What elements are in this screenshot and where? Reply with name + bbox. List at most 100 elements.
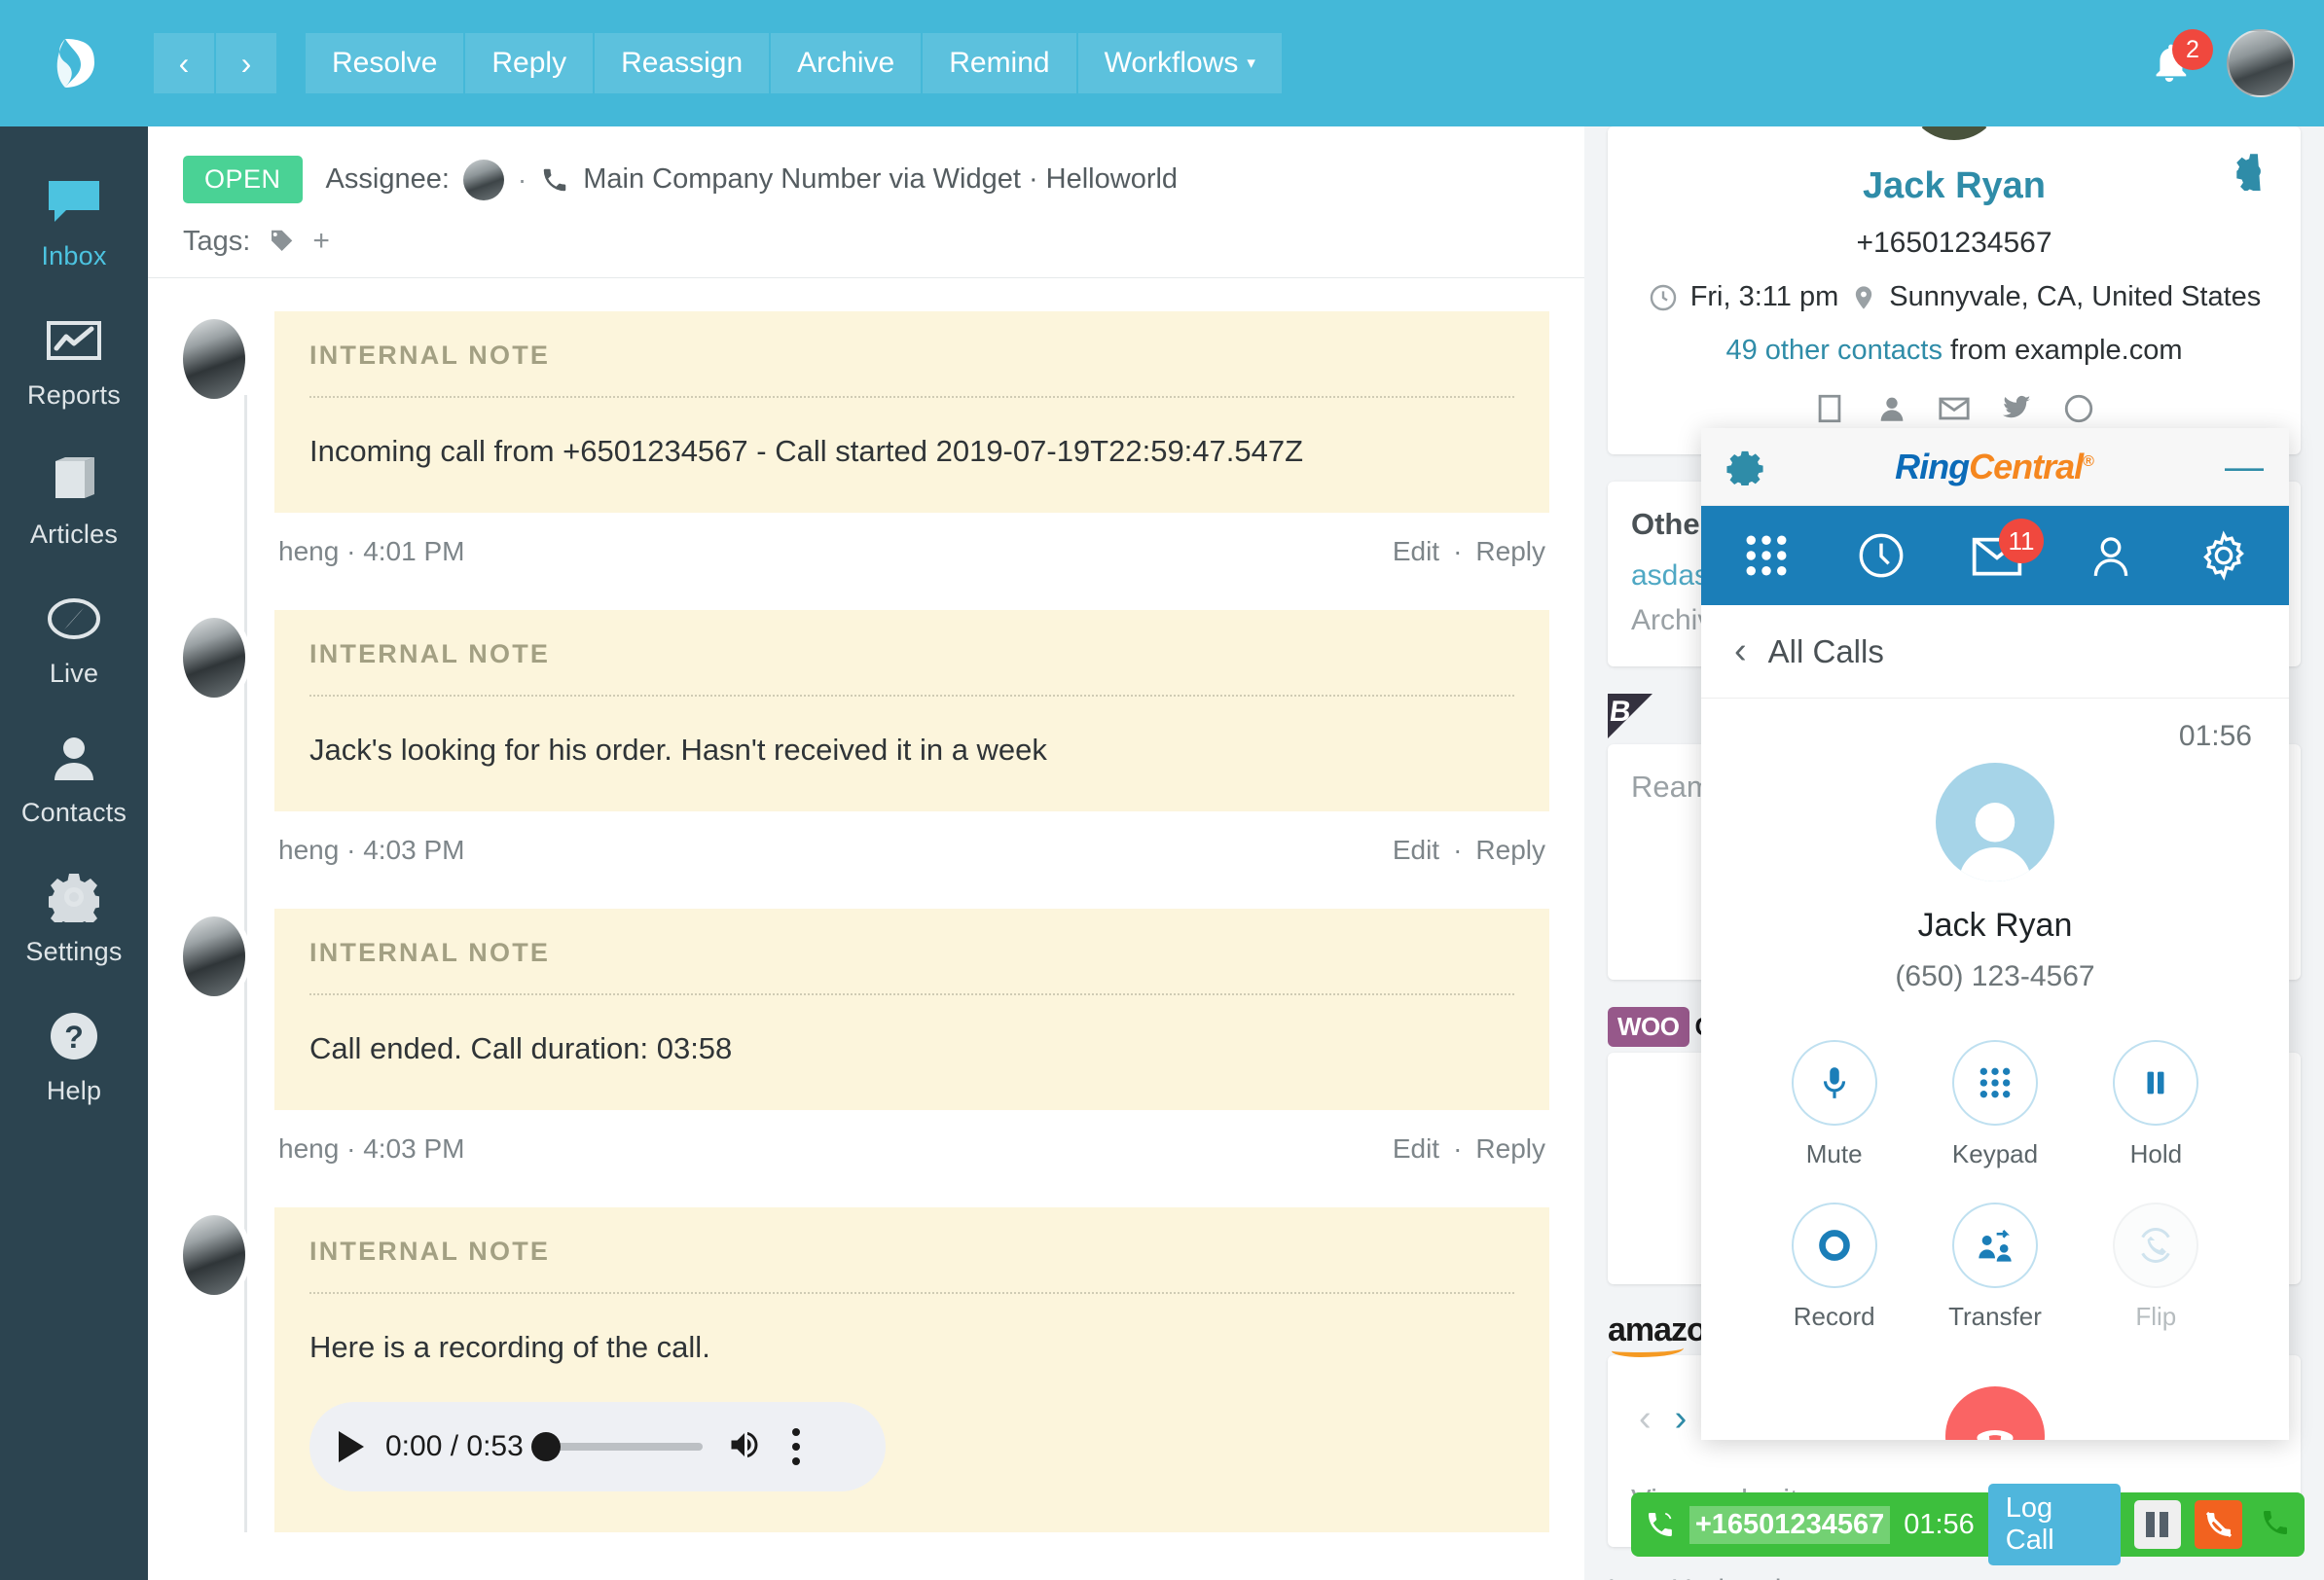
tag-icon bbox=[272, 230, 293, 251]
tab-call-history[interactable] bbox=[1855, 529, 1907, 582]
note-item: INTERNAL NOTE Jack's looking for his ord… bbox=[148, 609, 1584, 909]
note-edit-link[interactable]: Edit bbox=[1393, 536, 1439, 567]
contact-avatar bbox=[1900, 126, 2009, 144]
assignee-avatar[interactable] bbox=[462, 159, 504, 200]
audio-progress-slider[interactable] bbox=[530, 1432, 703, 1462]
keypad-button[interactable]: Keypad bbox=[1914, 1040, 2075, 1169]
remind-label: Remind bbox=[949, 47, 1050, 79]
transfer-icon bbox=[1951, 1203, 2038, 1288]
resolve-button[interactable]: Resolve bbox=[306, 33, 464, 93]
person-icon bbox=[0, 730, 148, 786]
reply-label: Reply bbox=[491, 47, 567, 79]
sidebar-item-live[interactable]: Live bbox=[0, 569, 148, 708]
note-kicker: INTERNAL NOTE bbox=[309, 1237, 1514, 1294]
book-icon bbox=[0, 451, 148, 508]
audio-player[interactable]: 0:00 / 0:53 bbox=[309, 1402, 886, 1492]
tab-messages[interactable]: 11 bbox=[1970, 519, 2044, 579]
person-add-icon[interactable] bbox=[1875, 392, 1908, 425]
phone-active-icon bbox=[1648, 1512, 1672, 1536]
record-button[interactable]: Record bbox=[1754, 1203, 1914, 1332]
svg-text:?: ? bbox=[64, 1020, 84, 1055]
archive-button[interactable]: Archive bbox=[771, 33, 922, 93]
ringcentral-header: RingCentral® — bbox=[1701, 428, 2289, 506]
hangup-button[interactable] bbox=[1945, 1386, 2045, 1440]
note-reply-link[interactable]: Reply bbox=[1475, 1133, 1545, 1165]
contact-local-time: Fri, 3:11 pm bbox=[1689, 281, 1839, 312]
callbar-answer-button[interactable] bbox=[2256, 1507, 2291, 1543]
tab-contacts[interactable] bbox=[2087, 529, 2135, 582]
conversation-header: OPEN Assignee: · Main Company Number via… bbox=[148, 126, 1584, 278]
other-contacts-link[interactable]: 49 other contacts bbox=[1725, 335, 1942, 366]
mute-label: Mute bbox=[1805, 1139, 1863, 1168]
sidebar-item-contacts[interactable]: Contacts bbox=[0, 708, 148, 847]
bigcommerce-logo-icon: B bbox=[1608, 694, 1652, 738]
email-icon[interactable] bbox=[1938, 392, 1971, 425]
reassign-button[interactable]: Reassign bbox=[595, 33, 770, 93]
add-tag-button[interactable]: + bbox=[312, 225, 330, 258]
contact-name[interactable]: Jack Ryan bbox=[1631, 165, 2277, 207]
workflows-dropdown[interactable]: Workflows ▾ bbox=[1077, 33, 1282, 93]
prev-conversation-button[interactable]: ‹ bbox=[154, 33, 214, 93]
widget-settings-gear-icon[interactable] bbox=[1726, 449, 1763, 485]
note-edit-link[interactable]: Edit bbox=[1393, 1133, 1439, 1165]
notification-badge: 2 bbox=[2172, 29, 2213, 70]
contact-settings-gear-icon[interactable] bbox=[2234, 152, 2273, 196]
sidebar-item-help[interactable]: ? Help bbox=[0, 987, 148, 1126]
note-author-avatar[interactable] bbox=[183, 617, 245, 698]
tab-dialpad[interactable] bbox=[1740, 529, 1793, 582]
callbar-hold-button[interactable] bbox=[2133, 1500, 2182, 1549]
app-root: ‹ › Resolve Reply Reassign Archive Remin… bbox=[0, 0, 2324, 1580]
active-call-bar: +16501234567 01:56 Log Call bbox=[1631, 1484, 2305, 1565]
note-meta-sep: · bbox=[346, 834, 356, 865]
mute-button[interactable]: Mute bbox=[1754, 1040, 1914, 1169]
carousel-prev-button[interactable]: ‹ bbox=[1639, 1398, 1652, 1440]
registered-mark: ® bbox=[2083, 452, 2094, 470]
contacts-person-icon bbox=[2093, 537, 2128, 576]
audio-progress-knob[interactable] bbox=[530, 1432, 561, 1462]
sidebar-item-inbox[interactable]: Inbox bbox=[0, 152, 148, 291]
internal-note-card: INTERNAL NOTE Here is a recording of the… bbox=[274, 1206, 1549, 1533]
chat-icon[interactable] bbox=[2062, 392, 2095, 425]
note-reply-link[interactable]: Reply bbox=[1475, 536, 1545, 567]
sidebar-item-settings[interactable]: Settings bbox=[0, 847, 148, 987]
hold-button[interactable]: Hold bbox=[2076, 1040, 2236, 1169]
flip-button[interactable]: Flip bbox=[2076, 1203, 2236, 1332]
reply-button[interactable]: Reply bbox=[465, 33, 594, 93]
callbar-hangup-button[interactable] bbox=[2195, 1500, 2242, 1549]
note-author-avatar[interactable] bbox=[183, 319, 245, 399]
more-vertical-icon[interactable] bbox=[786, 1428, 800, 1466]
topbar-right-group: 2 bbox=[2147, 29, 2324, 97]
next-conversation-button[interactable]: › bbox=[216, 33, 276, 93]
sidebar-item-articles[interactable]: Articles bbox=[0, 430, 148, 569]
note-icon[interactable] bbox=[1813, 392, 1846, 425]
transfer-button[interactable]: Transfer bbox=[1914, 1203, 2075, 1332]
remind-button[interactable]: Remind bbox=[923, 33, 1076, 93]
carousel-next-button[interactable]: › bbox=[1675, 1398, 1688, 1440]
sidebar-item-reports[interactable]: Reports bbox=[0, 291, 148, 430]
note-author-avatar[interactable] bbox=[183, 916, 245, 996]
tab-settings[interactable] bbox=[2197, 529, 2250, 582]
note-reply-link[interactable]: Reply bbox=[1475, 835, 1545, 866]
sidebar-label-help: Help bbox=[46, 1076, 102, 1105]
notes-thread: INTERNAL NOTE Incoming call from +650123… bbox=[148, 278, 1584, 1533]
status-badge[interactable]: OPEN bbox=[183, 156, 303, 203]
twitter-icon[interactable] bbox=[2000, 392, 2033, 425]
note-author-avatar[interactable] bbox=[183, 1214, 245, 1295]
note-edit-link[interactable]: Edit bbox=[1393, 835, 1439, 866]
callbar-number[interactable]: +16501234567 bbox=[1689, 1505, 1891, 1544]
callee-name: Jack Ryan bbox=[1917, 907, 2073, 944]
chat-bubble-icon bbox=[0, 173, 148, 230]
log-call-button[interactable]: Log Call bbox=[1987, 1484, 2121, 1565]
user-avatar[interactable] bbox=[2227, 29, 2295, 97]
channel-info: Main Company Number via Widget · Hellowo… bbox=[583, 163, 1179, 195]
volume-icon[interactable] bbox=[724, 1427, 765, 1467]
note-item: INTERNAL NOTE Call ended. Call duration:… bbox=[148, 908, 1584, 1207]
chart-icon bbox=[0, 312, 148, 369]
ringcentral-tab-bar: 11 bbox=[1701, 506, 2289, 605]
notifications-button[interactable]: 2 bbox=[2147, 29, 2213, 88]
pause-icon bbox=[2113, 1040, 2199, 1126]
back-button[interactable]: ‹ bbox=[1734, 632, 1747, 669]
app-logo[interactable] bbox=[0, 35, 154, 91]
sidebar-label-reports: Reports bbox=[27, 380, 121, 410]
play-icon[interactable] bbox=[339, 1431, 364, 1463]
